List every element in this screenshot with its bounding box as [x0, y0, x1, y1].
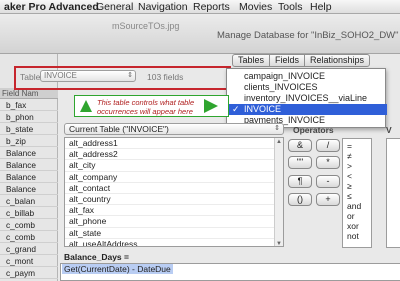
chevron-updown-icon: ⇕ — [274, 125, 280, 132]
list-item[interactable]: alt_city — [65, 160, 275, 172]
menu-general[interactable]: General — [96, 0, 133, 13]
current-table-value: Current Table ("INVOICE") — [69, 124, 169, 134]
list-item: Balance — [0, 183, 58, 195]
menu-navigation[interactable]: Navigation — [138, 0, 188, 13]
list-item: c_comb — [0, 219, 58, 231]
list-item[interactable]: alt_company — [65, 172, 275, 183]
document-title: mSourceTOs.jpg — [112, 21, 180, 31]
list-item: c_comb — [0, 231, 58, 243]
checkmark-icon: ✓ — [232, 104, 240, 114]
list-item[interactable]: alt_fax — [65, 205, 275, 217]
list-item[interactable]: = — [347, 141, 352, 151]
list-item[interactable]: and — [347, 201, 361, 211]
list-item: b_phon — [0, 111, 58, 123]
popup-item-inventory-invoices[interactable]: inventory_INVOICES__viaLine — [227, 93, 387, 104]
tab-relationships[interactable]: Relationships — [305, 55, 369, 66]
list-item[interactable]: ≥ — [347, 181, 352, 191]
list-item: Balance — [0, 159, 58, 171]
list-item[interactable]: > — [347, 161, 352, 171]
menu-movies[interactable]: Movies — [239, 0, 272, 13]
current-table-dropdown[interactable]: Current Table ("INVOICE") ⇕ — [64, 123, 284, 135]
operators-label: Operators — [293, 125, 334, 135]
scroll-down-icon[interactable]: ▼ — [276, 241, 282, 246]
popup-item-label: INVOICE — [244, 104, 282, 114]
list-item: Balance — [0, 147, 58, 159]
operator-button-divide[interactable]: / — [316, 139, 340, 152]
operator-button-parentheses[interactable]: () — [288, 193, 312, 206]
annotation-text: This table controls what table occurrenc… — [97, 98, 195, 116]
list-item: b_state — [0, 123, 58, 135]
field-list-scrollbar[interactable]: ▲ ▼ — [274, 138, 283, 246]
app-name[interactable]: aker Pro Advanced — [4, 0, 99, 13]
list-item[interactable]: alt_phone — [65, 216, 275, 228]
list-item[interactable]: alt_state — [65, 228, 275, 239]
list-item: b_fax — [0, 99, 58, 111]
arrow-up-icon — [80, 100, 92, 112]
operator-button-plus[interactable]: + — [316, 193, 340, 206]
list-item: c_balan — [0, 195, 58, 207]
list-item[interactable]: ≠ — [347, 151, 352, 161]
scroll-up-icon[interactable]: ▲ — [276, 139, 282, 145]
list-item[interactable]: alt_address1 — [65, 138, 275, 150]
popup-item-invoice[interactable]: ✓ INVOICE — [227, 104, 387, 115]
table-popup-menu: campaign_INVOICE clients_INVOICES invent… — [226, 68, 387, 128]
tab-bar: Tables Fields Relationships — [232, 54, 371, 67]
list-item[interactable]: < — [347, 171, 352, 181]
popup-item-clients-invoices[interactable]: clients_INVOICES — [227, 82, 387, 93]
list-item[interactable]: not — [347, 231, 359, 241]
popup-item-campaign-invoice[interactable]: campaign_INVOICE — [227, 71, 387, 82]
operator-button-pilcrow[interactable]: ¶ — [288, 175, 312, 188]
operator-button-minus[interactable]: - — [316, 175, 340, 188]
list-item[interactable]: xor — [347, 221, 359, 231]
tab-tables[interactable]: Tables — [233, 55, 271, 66]
annotation-callout: This table controls what table occurrenc… — [74, 95, 229, 117]
operator-button-quotes[interactable]: "" — [288, 156, 312, 169]
menu-reports[interactable]: Reports — [193, 0, 230, 13]
list-item[interactable]: alt_address2 — [65, 149, 275, 161]
operator-button-multiply[interactable]: * — [316, 156, 340, 169]
list-item[interactable]: alt_country — [65, 194, 275, 206]
list-item: c_billab — [0, 207, 58, 219]
arrow-right-icon — [204, 99, 218, 113]
menu-help[interactable]: Help — [310, 0, 332, 13]
list-item[interactable]: or — [347, 211, 355, 221]
list-item[interactable]: alt_contact — [65, 183, 275, 194]
list-item: c_grand — [0, 243, 58, 255]
comparison-operator-list[interactable]: = ≠ > < ≥ ≤ and or xor not — [342, 138, 372, 248]
list-item[interactable]: alt_useAltAddress — [65, 239, 275, 246]
menu-bar: aker Pro Advanced General Navigation Rep… — [0, 0, 400, 14]
list-item: c_paym — [0, 267, 58, 279]
highlight-box — [14, 66, 231, 90]
function-list[interactable] — [386, 138, 400, 248]
calculation-name: Balance_Days = — [64, 252, 129, 262]
list-item: b_zip — [0, 135, 58, 147]
operator-button-ampersand[interactable]: & — [288, 139, 312, 152]
menu-tools[interactable]: Tools — [278, 0, 303, 13]
calculation-formula[interactable]: Get(CurrentDate) - DateDue — [62, 264, 173, 274]
list-item[interactable]: ≤ — [347, 191, 352, 201]
list-item: Balance — [0, 171, 58, 183]
dialog-title: Manage Database for "InBiz_SOHO2_DW" — [217, 30, 399, 41]
field-list[interactable]: alt_address1 alt_address2 alt_city alt_c… — [64, 137, 284, 247]
tab-fields[interactable]: Fields — [270, 55, 306, 66]
list-item: c_mont — [0, 255, 58, 267]
view-label: V — [386, 125, 392, 135]
